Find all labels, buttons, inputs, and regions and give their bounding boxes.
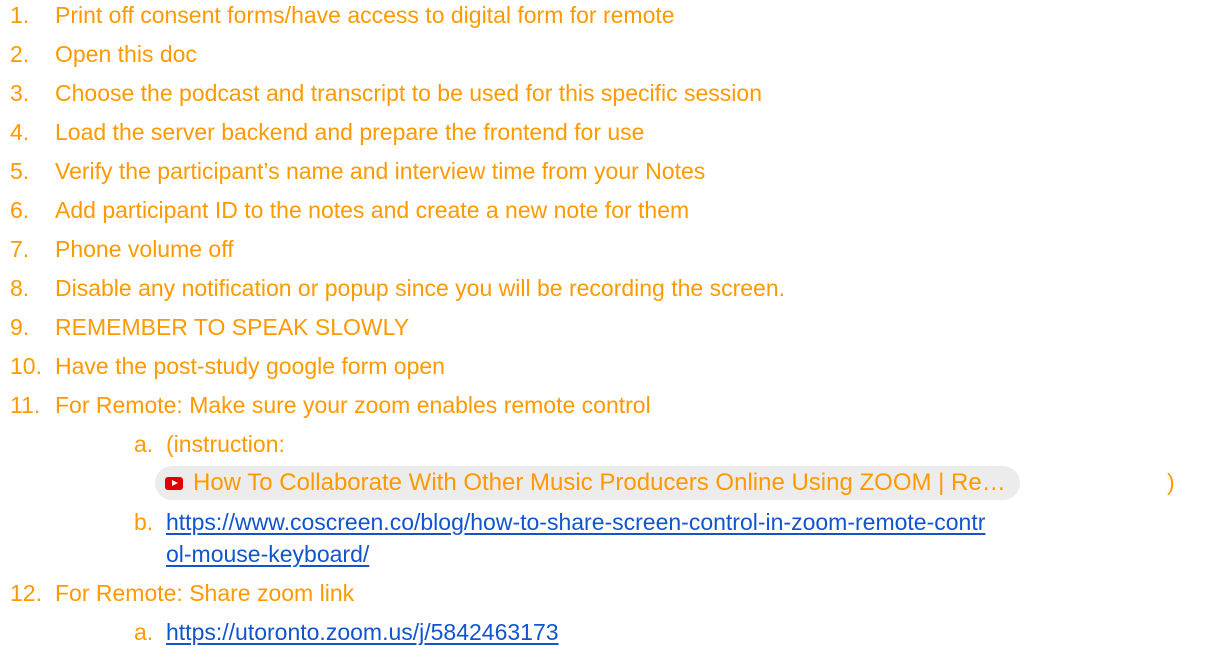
list-number: 3. <box>10 80 30 106</box>
list-number: 11. <box>10 392 41 418</box>
youtube-icon <box>165 476 183 490</box>
list-number: 2. <box>10 41 30 67</box>
list-number: 4. <box>10 119 30 145</box>
list-text: Verify the participant’s name and interv… <box>55 158 706 184</box>
sub-list-letter: a. <box>134 431 154 457</box>
chip-label: How To Collaborate With Other Music Prod… <box>193 469 1006 496</box>
list-text: Print off consent forms/have access to d… <box>55 2 675 28</box>
list-text: Open this doc <box>55 41 197 67</box>
list-number: 5. <box>10 158 30 184</box>
zoom-meeting-link[interactable]: https://utoronto.zoom.us/j/5842463173 <box>166 619 559 645</box>
coscreen-link[interactable]: https://www.coscreen.co/blog/how-to-shar… <box>166 509 985 535</box>
youtube-link-chip[interactable]: How To Collaborate With Other Music Prod… <box>155 466 1020 500</box>
sub-list-letter: a. <box>134 619 154 645</box>
list-text: Add participant ID to the notes and crea… <box>55 197 690 223</box>
list-text: REMEMBER TO SPEAK SLOWLY <box>55 314 410 340</box>
list-text: Choose the podcast and transcript to be … <box>55 80 763 106</box>
list-number: 1. <box>10 2 30 28</box>
list-text: Disable any notification or popup since … <box>55 275 786 301</box>
list-text: Phone volume off <box>55 236 234 262</box>
list-text: For Remote: Make sure your zoom enables … <box>55 392 651 418</box>
list-text: For Remote: Share zoom link <box>55 580 355 606</box>
document-body: 1. Print off consent forms/have access t… <box>0 0 1215 660</box>
sub-list-letter: b. <box>134 509 154 535</box>
list-text: Have the post-study google form open <box>55 353 445 379</box>
coscreen-link-continuation[interactable]: ol-mouse-keyboard/ <box>166 541 369 567</box>
sub-list-text: (instruction: <box>166 431 285 457</box>
list-number: 12. <box>10 580 42 606</box>
list-number: 9. <box>10 314 30 340</box>
list-number: 7. <box>10 236 30 262</box>
closing-paren: ) <box>1167 469 1175 495</box>
list-number: 8. <box>10 275 30 301</box>
list-number: 10. <box>10 353 42 379</box>
list-number: 6. <box>10 197 30 223</box>
list-text: Load the server backend and prepare the … <box>55 119 645 145</box>
